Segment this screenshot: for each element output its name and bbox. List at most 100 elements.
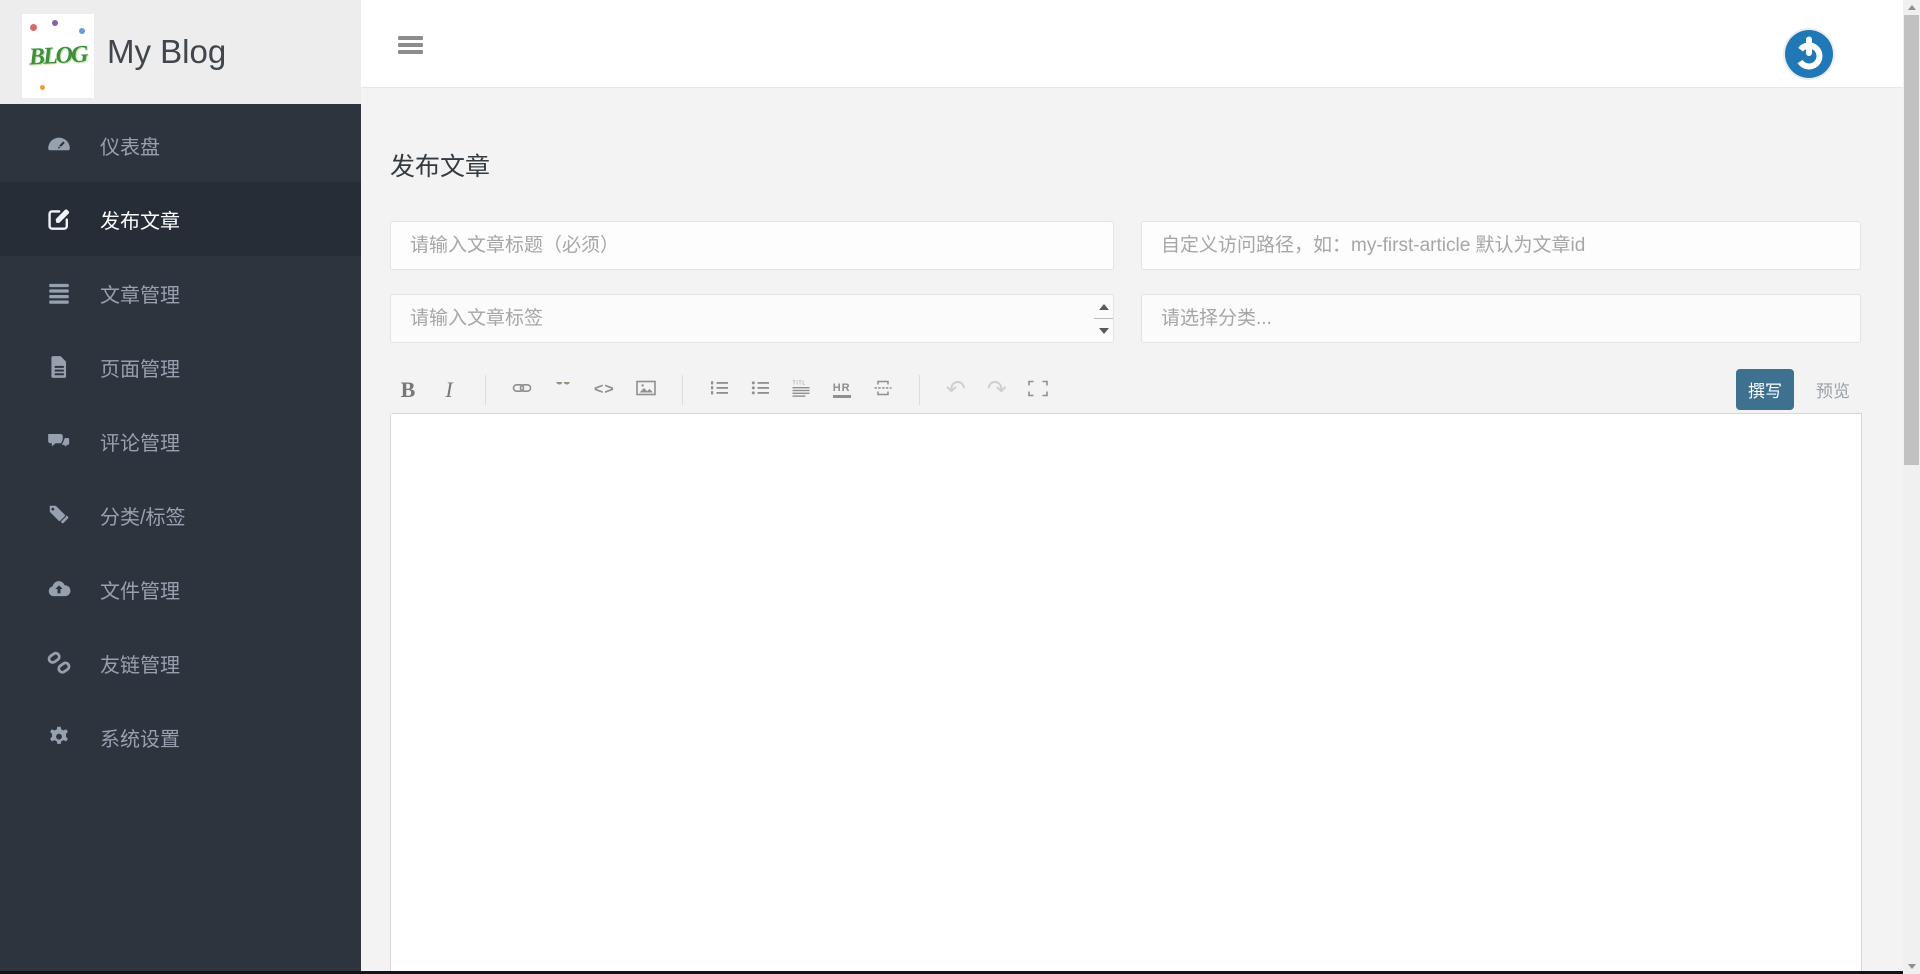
sidebar-item-label: 文件管理 [100,580,180,603]
link-icon [46,650,72,676]
sidebar-item-label: 分类/标签 [100,506,186,529]
power-icon [1781,28,1837,85]
image-icon [635,380,656,399]
app-window: BLOG My Blog 仪表盘 发布文章 文章管理 页面管理 评论管理 分类/… [0,0,1920,974]
toolbar-divider [681,374,683,405]
sidebar-item-comment-management[interactable]: 评论管理 [0,404,361,478]
bold-button[interactable]: B [398,377,418,403]
sidebar: BLOG My Blog 仪表盘 发布文章 文章管理 页面管理 评论管理 分类/… [0,0,361,974]
editor-mode-tabs: 撰写 预览 [1736,369,1862,410]
logo-decoration [40,85,45,90]
article-tags-input[interactable] [390,294,1114,343]
sidebar-item-label: 友链管理 [100,654,180,677]
code-button[interactable]: <> [594,377,615,403]
scroll-down-button[interactable] [1903,959,1920,974]
tags-spinner [1094,295,1113,342]
hamburger-icon [398,43,423,47]
sidebar-item-article-management[interactable]: 文章管理 [0,256,361,330]
heading-button[interactable]: TITL [791,377,811,403]
code-icon: <> [594,380,615,398]
article-title-input[interactable] [390,221,1114,270]
sidebar-item-page-management[interactable]: 页面管理 [0,330,361,404]
blockquote-button[interactable]: “ [553,377,573,403]
editor-textarea[interactable] [391,414,1861,974]
arrow-down-icon [1098,327,1109,334]
topbar [361,0,1903,88]
editor-toolbar: B I “ <> TITL [390,374,1048,405]
unordered-list-icon [751,380,769,399]
file-icon [46,354,72,380]
sidebar-item-system-settings[interactable]: 系统设置 [0,700,361,774]
edit-icon [46,206,72,232]
sidebar-item-dashboard[interactable]: 仪表盘 [0,108,361,182]
sidebar-item-publish-article[interactable]: 发布文章 [0,182,361,256]
fullscreen-button[interactable] [1028,377,1048,403]
ordered-list-button[interactable] [709,377,729,403]
sidebar-menu: 仪表盘 发布文章 文章管理 页面管理 评论管理 分类/标签 文件管理 友链管理 … [0,108,361,774]
logout-button[interactable] [1781,26,1837,82]
comments-icon [46,428,72,454]
sidebar-item-label: 发布文章 [100,210,180,233]
heading-icon: TITL [792,380,810,400]
tab-preview[interactable]: 预览 [1804,369,1862,410]
page-scrollbar[interactable] [1903,0,1920,974]
article-tags-field [390,294,1114,343]
page-title: 发布文章 [390,153,491,181]
logo-text: BLOG [28,41,88,70]
redo-icon: ↷ [986,375,1007,403]
brand-header: BLOG My Blog [0,0,361,104]
tags-icon [46,502,72,528]
toolbar-divider [485,374,486,405]
undo-button[interactable]: ↶ [946,377,966,403]
insert-link-button[interactable] [512,377,532,403]
editor-area [390,413,1862,974]
sidebar-item-label: 页面管理 [100,358,180,381]
logo-decoration [30,24,37,31]
link-icon [512,380,532,399]
spinner-up-button[interactable] [1094,295,1113,319]
ordered-list-icon [710,380,728,399]
sidebar-item-label: 评论管理 [100,432,180,455]
spinner-down-button[interactable] [1094,319,1113,342]
redo-button[interactable]: ↷ [987,377,1007,403]
insert-image-button[interactable] [635,377,656,403]
toolbar-divider [918,374,920,405]
hamburger-icon [398,36,423,40]
sidebar-item-label: 系统设置 [100,728,180,751]
sidebar-item-categories-tags[interactable]: 分类/标签 [0,478,361,552]
italic-button[interactable]: I [439,377,459,403]
main-content: 发布文章 B I “ [361,89,1903,974]
quote-icon: “ [555,382,572,398]
undo-icon: ↶ [945,375,966,403]
page-break-icon [874,380,892,399]
blog-logo: BLOG [22,14,94,98]
dashboard-icon [46,132,72,158]
logo-decoration [52,20,58,26]
scroll-up-button[interactable] [1903,0,1920,15]
unordered-list-button[interactable] [750,377,770,403]
arrow-up-icon [1907,5,1916,10]
sidebar-toggle-button[interactable] [394,28,434,62]
bold-icon: B [400,376,416,402]
fullscreen-icon [1028,380,1048,400]
svg-text:TITL: TITL [792,380,805,386]
form-row-1 [390,221,1861,270]
hr-icon: HR [832,382,851,398]
horizontal-rule-button[interactable]: HR [832,377,852,403]
scrollbar-thumb[interactable] [1904,15,1919,465]
form-row-2 [390,294,1861,343]
page-break-button[interactable] [873,377,893,403]
article-path-input[interactable] [1141,221,1861,270]
sidebar-item-file-management[interactable]: 文件管理 [0,552,361,626]
sidebar-item-label: 仪表盘 [100,136,160,159]
site-title: My Blog [107,33,227,70]
arrow-down-icon [1907,964,1916,969]
sidebar-item-friend-links[interactable]: 友链管理 [0,626,361,700]
sidebar-item-label: 文章管理 [100,284,180,307]
tab-write[interactable]: 撰写 [1736,369,1794,410]
hamburger-icon [398,50,423,54]
logo-decoration [79,28,85,34]
italic-icon: I [445,376,453,402]
cloud-upload-icon [46,576,72,602]
category-select[interactable] [1141,294,1861,343]
